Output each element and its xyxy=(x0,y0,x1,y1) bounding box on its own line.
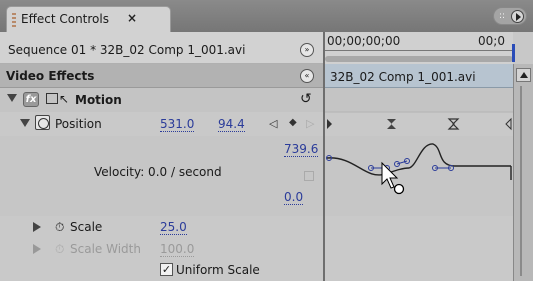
position-label: Position xyxy=(55,117,102,131)
velocity-min-value: 0.0 xyxy=(284,190,304,205)
panel-menu-button[interactable]: :: xyxy=(493,7,527,25)
velocity-graph xyxy=(325,136,513,216)
section-title: Video Effects xyxy=(6,69,95,83)
video-effects-header: Video Effects « xyxy=(0,64,323,88)
cursor-circle-icon xyxy=(393,183,405,195)
motion-lane xyxy=(325,88,513,112)
effect-properties-panel: Sequence 01 * 32B_02 Comp 1_001.avi » Vi… xyxy=(0,32,323,281)
stopwatch-icon: ⏱ xyxy=(55,242,65,256)
position-lane xyxy=(325,112,513,136)
expand-triangle-icon[interactable] xyxy=(20,119,30,127)
position-row: Position 531.0 94.4 ◁ ◆ ▷ xyxy=(0,112,323,136)
expand-triangle-icon[interactable] xyxy=(7,94,17,102)
timecode-start: 00;00;00;00 xyxy=(327,34,401,48)
scroll-track[interactable] xyxy=(520,86,522,276)
keyframe-lanes xyxy=(325,88,513,281)
tab-effect-controls[interactable]: Effect Controls × xyxy=(6,6,171,32)
position-x-value[interactable]: 531.0 xyxy=(160,117,195,132)
graph-box-icon xyxy=(304,171,314,181)
add-keyframe-icon[interactable]: ◆ xyxy=(289,117,297,128)
tab-title: Effect Controls xyxy=(21,12,109,26)
effect-timeline-panel: 00;00;00;00 00;0 32B_02 Comp 1_001.avi xyxy=(325,32,533,281)
uniform-scale-label: Uniform Scale xyxy=(176,263,260,277)
velocity-label: Velocity: 0.0 / second xyxy=(94,165,222,179)
scale-width-lane xyxy=(325,238,513,260)
uniform-scale-lane xyxy=(325,260,513,281)
tab-grip-icon[interactable] xyxy=(12,13,16,27)
velocity-max-value: 739.6 xyxy=(284,142,319,157)
clip-label: 32B_02 Comp 1_001.avi xyxy=(330,70,476,84)
grip-icon: :: xyxy=(499,11,506,21)
velocity-graph-row: 739.6 Velocity: 0.0 / second 0.0 xyxy=(0,136,323,216)
stopwatch-icon[interactable]: ⏱ xyxy=(55,220,64,235)
show-timeline-toggle-icon[interactable]: » xyxy=(300,43,314,57)
zoom-scroll-bar[interactable] xyxy=(325,56,513,62)
expand-triangle-icon[interactable] xyxy=(33,222,41,232)
motion-effect-row: fx ↖ Motion ↺ xyxy=(0,88,323,112)
collapse-toggle-icon[interactable]: « xyxy=(300,69,314,83)
previous-keyframe-icon[interactable]: ◁ xyxy=(269,117,277,130)
scale-row: ⏱ Scale 25.0 xyxy=(0,216,323,238)
clip-bar[interactable]: 32B_02 Comp 1_001.avi xyxy=(325,64,513,88)
panel-tab-bar: Effect Controls × :: xyxy=(0,0,533,32)
motion-label: Motion xyxy=(75,93,122,107)
position-y-value[interactable]: 94.4 xyxy=(218,117,245,132)
uniform-scale-row: ✓ Uniform Scale xyxy=(0,260,323,281)
sequence-row: Sequence 01 * 32B_02 Comp 1_001.avi » xyxy=(0,32,323,64)
sequence-label: Sequence 01 * 32B_02 Comp 1_001.avi xyxy=(8,43,246,57)
expand-triangle-icon xyxy=(33,244,41,254)
cursor-arrow-icon: ↖ xyxy=(59,92,70,106)
scale-value[interactable]: 25.0 xyxy=(160,220,187,235)
vertical-scrollbar[interactable] xyxy=(513,64,533,281)
scale-width-row: ⏱ Scale Width 100.0 xyxy=(0,238,323,260)
scale-width-label: Scale Width xyxy=(70,242,141,256)
next-keyframe-icon[interactable]: ▷ xyxy=(306,117,314,130)
stopwatch-icon[interactable] xyxy=(35,115,50,130)
scale-lane xyxy=(325,216,513,238)
timecode-end: 00;0 xyxy=(478,34,505,48)
transform-icon[interactable] xyxy=(46,93,58,104)
scale-label: Scale xyxy=(70,220,103,234)
time-ruler[interactable]: 00;00;00;00 00;0 xyxy=(325,32,515,64)
flyout-arrow-icon[interactable] xyxy=(511,10,524,23)
fx-toggle-icon[interactable]: fx xyxy=(23,92,39,107)
uniform-scale-checkbox[interactable]: ✓ xyxy=(160,263,173,276)
reset-icon[interactable]: ↺ xyxy=(300,91,312,107)
scroll-up-icon[interactable] xyxy=(516,68,531,82)
playhead-marker[interactable] xyxy=(512,44,515,62)
close-icon[interactable]: × xyxy=(127,11,137,25)
scale-width-value: 100.0 xyxy=(160,242,195,257)
